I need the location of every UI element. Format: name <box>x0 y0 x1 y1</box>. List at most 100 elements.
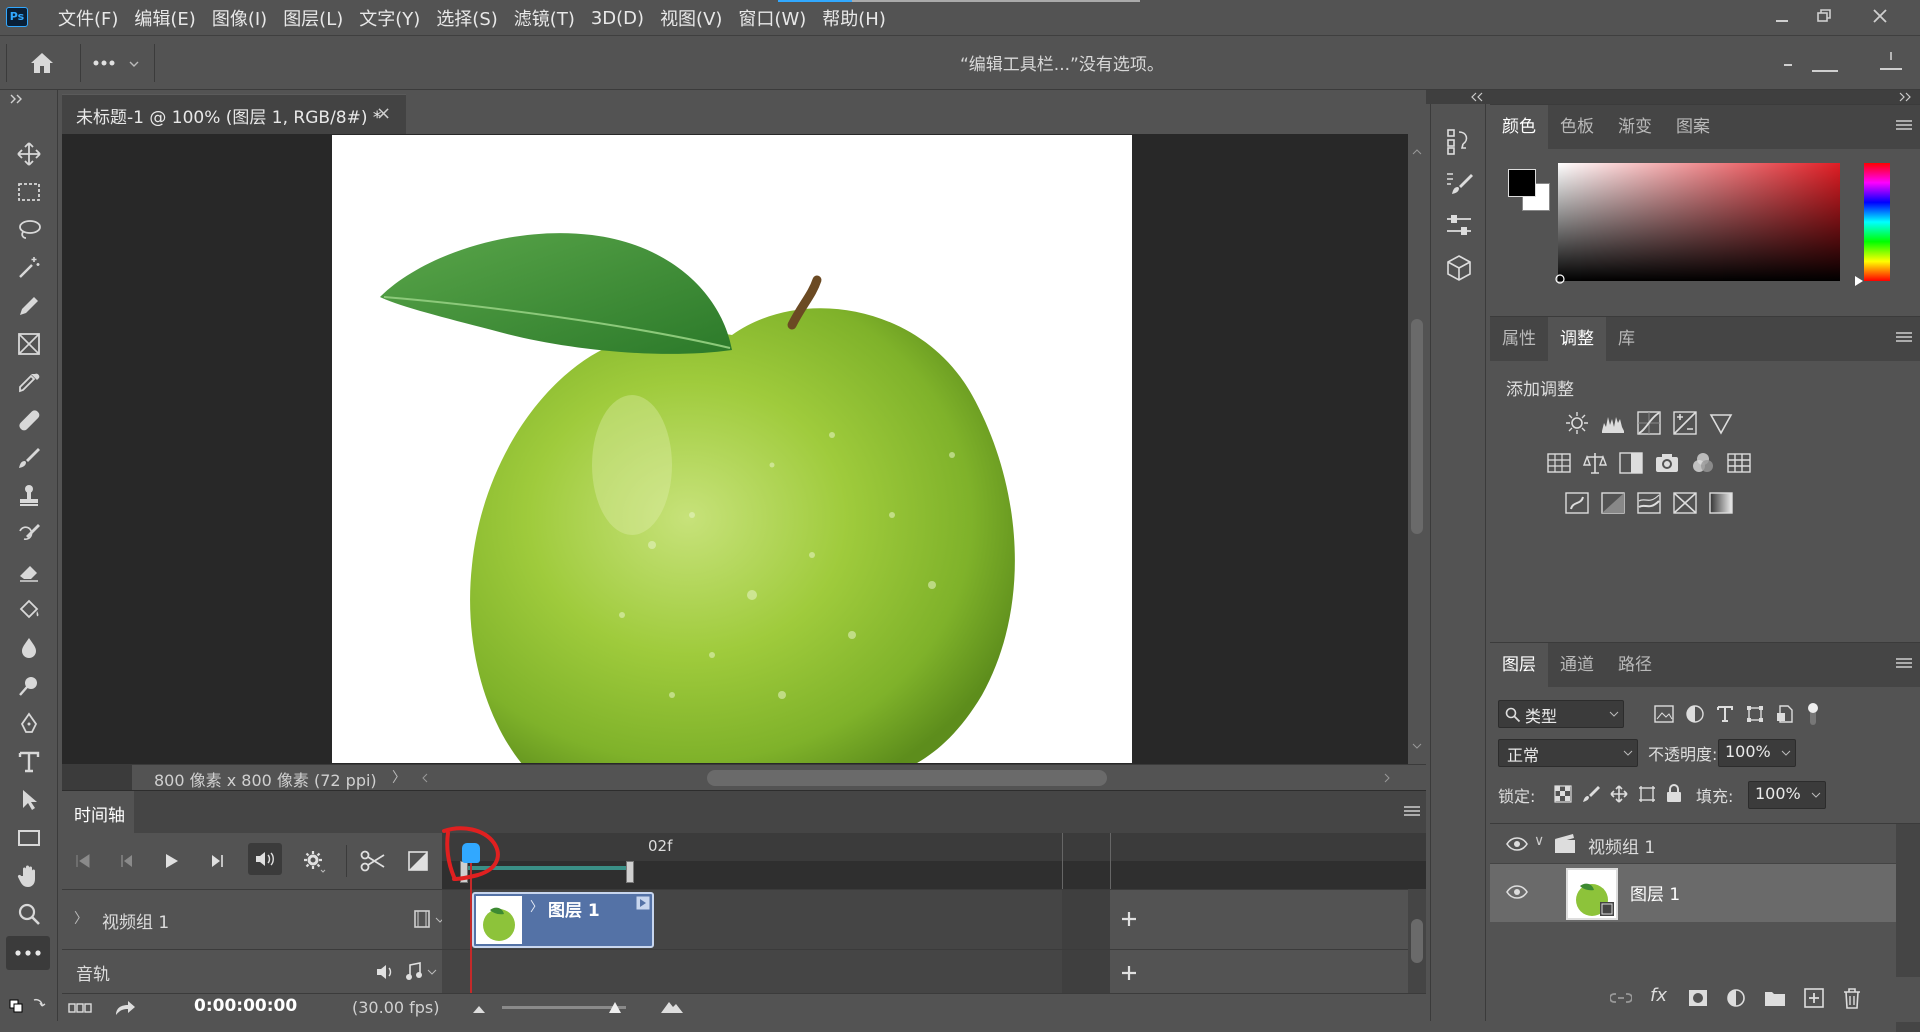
black-white-button[interactable] <box>1618 451 1644 475</box>
add-mask-icon[interactable] <box>1688 988 1708 1008</box>
brush-settings-icon[interactable] <box>1445 170 1473 198</box>
brightness-contrast-button[interactable] <box>1564 411 1590 435</box>
work-area-bar[interactable] <box>442 861 1426 889</box>
zoom-tool[interactable] <box>10 896 48 932</box>
zoom-in-mountain-icon[interactable] <box>660 998 684 1014</box>
tab-gradients[interactable]: 渐变 <box>1606 105 1664 149</box>
search-bar-icon[interactable] <box>1812 70 1838 72</box>
posterize-button[interactable] <box>1600 491 1626 515</box>
menu-filter[interactable]: 滤镜(T) <box>506 5 583 31</box>
color-field[interactable] <box>1558 163 1840 281</box>
timecode-display[interactable]: 0:00:00:00 <box>194 996 297 1016</box>
paint-bucket-tool[interactable] <box>10 592 48 628</box>
filter-smart-object-icon[interactable] <box>1776 705 1794 723</box>
color-balance-button[interactable] <box>1582 451 1608 475</box>
scroll-right-icon[interactable] <box>1382 772 1392 784</box>
music-note-icon[interactable] <box>406 962 440 982</box>
panel-menu-icon[interactable] <box>1896 331 1912 343</box>
add-media-icon[interactable] <box>1120 910 1138 928</box>
tab-layers[interactable]: 图层 <box>1490 643 1548 687</box>
menu-image[interactable]: 图像(I) <box>204 5 275 31</box>
menu-3d[interactable]: 3D(D) <box>583 8 652 29</box>
layer-style-fx-icon[interactable]: fx <box>1650 985 1667 1006</box>
hue-saturation-button[interactable] <box>1546 451 1572 475</box>
new-adjustment-layer-icon[interactable] <box>1726 988 1746 1008</box>
lock-position-icon[interactable] <box>1610 785 1628 803</box>
tab-paths[interactable]: 路径 <box>1606 643 1664 687</box>
path-selection-tool[interactable] <box>10 782 48 818</box>
blend-mode-select[interactable]: 正常 <box>1498 739 1638 767</box>
tab-patterns[interactable]: 图案 <box>1664 105 1722 149</box>
clip-expand[interactable]: 〉 <box>530 896 543 915</box>
opacity-input[interactable]: 100% <box>1718 739 1796 767</box>
previous-frame-icon[interactable] <box>118 853 136 869</box>
lock-all-icon[interactable] <box>1666 784 1682 803</box>
next-frame-icon[interactable] <box>208 853 226 869</box>
transition-icon[interactable] <box>408 851 428 871</box>
clip-menu-icon[interactable] <box>636 896 650 910</box>
layer-row-video-group[interactable]: ∨ 视频组 1 <box>1490 824 1896 864</box>
panel-menu-icon[interactable] <box>1896 657 1912 669</box>
3d-cube-icon[interactable] <box>1445 254 1473 282</box>
document-tab[interactable]: 未标题-1 @ 100% (图层 1, RGB/8#) * × <box>62 94 406 134</box>
filter-adjustment-icon[interactable] <box>1686 705 1704 723</box>
tab-adjustments[interactable]: 调整 <box>1548 317 1606 361</box>
home-button[interactable] <box>26 48 58 78</box>
blur-tool[interactable] <box>10 630 48 666</box>
lock-image-pixels-icon[interactable] <box>1582 785 1600 803</box>
hue-slider[interactable] <box>1864 163 1890 281</box>
visibility-eye-icon[interactable] <box>1506 836 1528 852</box>
zoom-out-small-icon[interactable] <box>472 1004 486 1014</box>
document-canvas[interactable] <box>332 135 1132 763</box>
hand-tool[interactable] <box>10 858 48 894</box>
clone-stamp-tool[interactable] <box>10 478 48 514</box>
timeline-tab[interactable]: 时间轴 <box>62 791 134 833</box>
magic-wand-tool[interactable] <box>10 250 48 286</box>
collapse-toolbar-button[interactable] <box>8 92 28 106</box>
mute-audio-button[interactable] <box>248 843 282 875</box>
history-panel-icon[interactable] <box>1445 128 1473 156</box>
menu-edit[interactable]: 编辑(E) <box>126 5 203 31</box>
selective-color-button[interactable] <box>1672 491 1698 515</box>
healing-brush-tool[interactable] <box>10 402 48 438</box>
lasso-tool[interactable] <box>10 212 48 248</box>
menu-window[interactable]: 窗口(W) <box>730 5 814 31</box>
filter-pixel-icon[interactable] <box>1654 705 1674 723</box>
lock-artboard-icon[interactable] <box>1638 785 1656 803</box>
filter-shape-icon[interactable] <box>1746 705 1764 723</box>
menu-view[interactable]: 视图(V) <box>652 5 730 31</box>
link-layers-icon[interactable] <box>1610 989 1632 1007</box>
menu-file[interactable]: 文件(F) <box>50 5 126 31</box>
panel-menu-icon[interactable] <box>1404 805 1420 817</box>
edit-toolbar-button[interactable] <box>6 936 50 970</box>
adjustments-sliders-icon[interactable] <box>1445 212 1473 240</box>
collapse-dock-icon[interactable] <box>1470 92 1484 102</box>
photo-filter-button[interactable] <box>1654 451 1680 475</box>
tab-libraries[interactable]: 库 <box>1606 317 1647 361</box>
curves-button[interactable] <box>1636 411 1662 435</box>
trash-icon[interactable] <box>1842 987 1862 1009</box>
rectangle-tool[interactable] <box>10 820 48 856</box>
pen-brush-tool[interactable] <box>10 288 48 324</box>
time-ruler[interactable]: 02f <box>442 833 1426 861</box>
settings-gear-icon[interactable] <box>302 849 326 873</box>
audio-speaker-icon[interactable] <box>376 964 396 980</box>
timeline-scrollbar[interactable] <box>1408 889 1426 993</box>
toolbar-more-button[interactable] <box>90 48 146 78</box>
play-icon[interactable] <box>162 853 180 869</box>
minimize-button[interactable] <box>1762 2 1802 30</box>
collapse-group-toggle[interactable]: ∨ <box>1534 833 1544 849</box>
zoom-field[interactable] <box>62 765 132 790</box>
hue-slider-thumb[interactable] <box>1854 275 1864 287</box>
vibrance-button[interactable] <box>1708 411 1734 435</box>
eraser-tool[interactable] <box>10 554 48 590</box>
filter-toggle-icon[interactable] <box>1806 701 1820 727</box>
timeline-scroll-thumb[interactable] <box>1411 919 1423 963</box>
workspace-dot[interactable] <box>1784 64 1792 66</box>
close-window-button[interactable] <box>1860 2 1900 30</box>
gradient-map-button[interactable] <box>1708 491 1734 515</box>
tab-properties[interactable]: 属性 <box>1490 317 1548 361</box>
status-menu-arrow[interactable]: 〉 <box>392 767 406 787</box>
new-layer-icon[interactable] <box>1804 988 1824 1008</box>
scissors-icon[interactable] <box>360 849 386 873</box>
